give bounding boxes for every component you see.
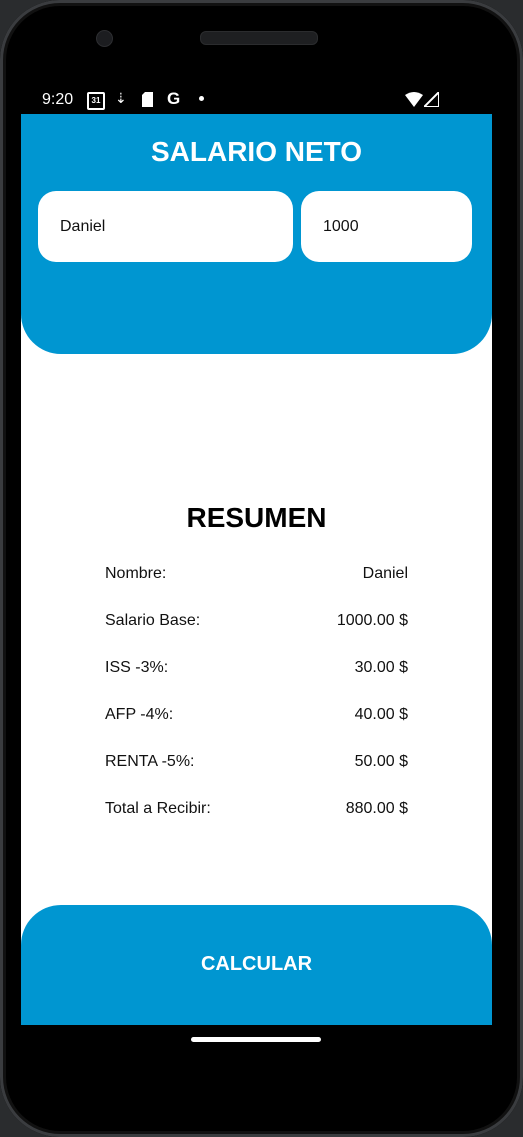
summary-label: Nombre: [105, 565, 167, 582]
google-icon: G [167, 89, 181, 108]
summary-value: Daniel [362, 565, 408, 582]
summary-row-afp: AFP -4%: 40.00 $ [105, 706, 408, 730]
summary-row-total: Total a Recibir: 880.00 $ [105, 800, 408, 824]
summary-label: AFP -4%: [105, 706, 174, 723]
name-input[interactable] [38, 191, 293, 262]
status-bar: 9:20 31 ⇣ G [21, 88, 492, 114]
summary-row-renta: RENTA -5%: 50.00 $ [105, 753, 408, 777]
summary-value: 50.00 $ [354, 753, 408, 770]
summary-row-base-salary: Salario Base: 1000.00 $ [105, 612, 408, 636]
app-screen: SALARIO NETO RESUMEN Nombre: Daniel Sala… [21, 114, 492, 1025]
dot-icon [199, 96, 204, 101]
calculate-button[interactable]: CALCULAR [21, 905, 492, 1025]
summary-label: RENTA -5%: [105, 753, 195, 770]
signal-icon [424, 92, 439, 107]
summary-label: ISS -3%: [105, 659, 169, 676]
earpiece-speaker [200, 31, 318, 45]
salary-input[interactable] [301, 191, 472, 262]
summary-value: 1000.00 $ [336, 612, 408, 629]
page-title: SALARIO NETO [150, 136, 363, 167]
summary-title: RESUMEN [186, 502, 327, 533]
home-gesture-handle[interactable] [191, 1037, 321, 1042]
calendar-icon: 31 [87, 92, 105, 110]
navigation-bar [21, 1025, 492, 1065]
summary-value: 40.00 $ [354, 706, 408, 723]
wifi-icon [405, 92, 423, 107]
front-camera [96, 30, 113, 47]
calculate-button-label: CALCULAR [200, 953, 313, 975]
summary-label: Salario Base: [105, 612, 201, 629]
download-icon: ⇣ [115, 90, 127, 106]
summary-row-iss: ISS -3%: 30.00 $ [105, 659, 408, 683]
phone-frame: 9:20 31 ⇣ G SALARIO NETO RESUMEN Nombre:… [0, 0, 523, 1137]
summary-row-name: Nombre: Daniel [105, 565, 408, 589]
header-panel: SALARIO NETO [21, 114, 492, 354]
summary-label: Total a Recibir: [105, 800, 211, 817]
summary-value: 880.00 $ [345, 800, 408, 817]
summary-value: 30.00 $ [354, 659, 408, 676]
status-time: 9:20 [42, 91, 74, 108]
sd-card-icon [142, 92, 153, 107]
